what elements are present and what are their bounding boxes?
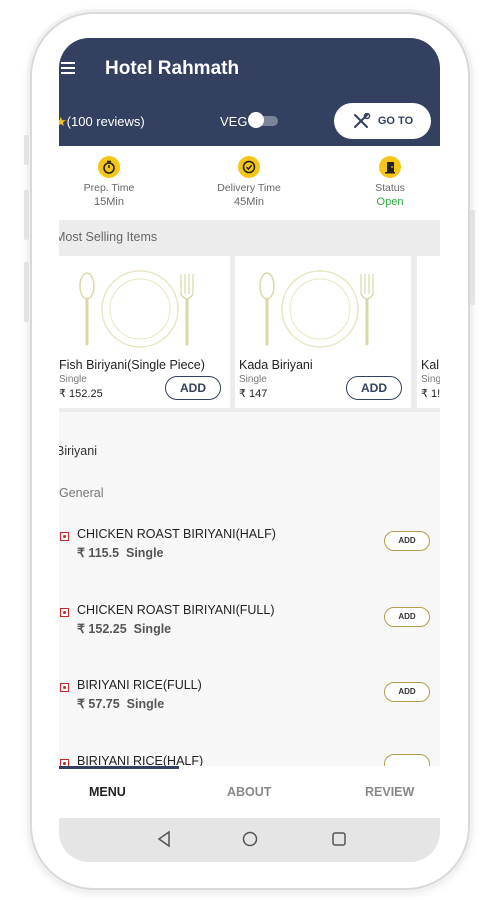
restaurant-header: Hotel Rahmath ★(100 reviews) VEG GO TO: [59, 38, 440, 146]
star-icon: ★: [59, 114, 67, 129]
subcategory-title: General: [59, 486, 104, 500]
item-price-type: ₹ 57.75 Single: [77, 696, 164, 711]
item-name: BIRIYANI RICE(HALF): [77, 754, 204, 766]
most-selling-title: Most Selling Items: [59, 230, 158, 244]
most-selling-card[interactable]: Kada Biriyani Single ₹ 147 ADD: [235, 256, 411, 408]
tab-menu[interactable]: MENU: [89, 785, 126, 799]
goto-button[interactable]: GO TO: [334, 103, 431, 139]
veg-toggle[interactable]: [248, 112, 278, 128]
item-price: ₹ 152.25: [59, 388, 103, 400]
list-item[interactable]: BIRIYANI RICE(HALF): [59, 754, 440, 766]
list-item[interactable]: CHICKEN ROAST BIRIYANI(HALF) ₹ 115.5 Sin…: [59, 527, 440, 577]
item-price-type: ₹ 152.25 Single: [77, 621, 171, 636]
most-selling-card[interactable]: Kal Sing ₹ 1!: [417, 256, 440, 408]
prep-time-label: Prep. Time: [83, 182, 135, 194]
home-icon[interactable]: [241, 830, 259, 848]
prep-time-value: 15Min: [94, 196, 124, 208]
phone-side-button: [24, 262, 29, 322]
item-price: ₹ 1!: [421, 388, 440, 400]
item-type: Single: [125, 546, 164, 560]
goto-label: GO TO: [377, 115, 414, 127]
nonveg-mark-icon: [60, 683, 69, 692]
add-button[interactable]: ADD: [384, 531, 430, 551]
veg-toggle-knob: [248, 112, 264, 128]
bottom-tabs: MENU ABOUT REVIEW: [59, 766, 440, 818]
item-name: Kal: [421, 358, 440, 372]
item-type: Single: [126, 697, 165, 711]
phone-side-button: [24, 135, 29, 165]
item-name: Kada Biriyani: [239, 358, 313, 372]
delivery-time-value: 45Min: [234, 196, 264, 208]
item-price: ₹ 152.25: [77, 622, 127, 636]
item-name: CHICKEN ROAST BIRIYANI(HALF): [77, 527, 276, 541]
recents-icon[interactable]: [331, 830, 347, 848]
cutlery-icon: [353, 113, 371, 128]
item-price: ₹ 57.75: [77, 697, 120, 711]
back-icon[interactable]: [156, 830, 172, 848]
item-price-type: ₹ 115.5 Single: [77, 545, 164, 560]
door-icon: [379, 156, 401, 178]
list-item[interactable]: CHICKEN ROAST BIRIYANI(FULL) ₹ 152.25 Si…: [59, 603, 440, 653]
restaurant-info-row: Prep. Time 15Min Delivery Time 45Min Sta…: [59, 146, 440, 221]
item-price: ₹ 115.5: [77, 546, 120, 560]
item-type: Single: [59, 374, 87, 385]
nonveg-mark-icon: [60, 759, 69, 766]
phone-side-button: [24, 190, 29, 240]
tab-about[interactable]: ABOUT: [227, 785, 271, 799]
rating-reviews[interactable]: ★(100 reviews): [59, 114, 145, 130]
item-type: Single: [239, 374, 267, 385]
delivery-time-info: Delivery Time 45Min: [199, 156, 299, 209]
item-name: BIRIYANI RICE(FULL): [77, 678, 202, 692]
tab-review[interactable]: REVIEW: [365, 785, 414, 799]
app-screen: Hotel Rahmath ★(100 reviews) VEG GO TO P…: [59, 38, 440, 862]
add-button[interactable]: ADD: [346, 376, 402, 400]
item-price: ₹ 147: [239, 388, 268, 400]
system-nav-bar: [59, 818, 440, 862]
most-selling-header: Most Selling Items: [59, 220, 440, 256]
item-name: CHICKEN ROAST BIRIYANI(FULL): [77, 603, 275, 617]
status-value: Open: [376, 196, 404, 208]
menu-list[interactable]: Biriyani General CHICKEN ROAST BIRIYANI(…: [59, 424, 440, 766]
plate-placeholder-icon: [259, 270, 374, 348]
add-button[interactable]: ADD: [384, 607, 430, 627]
hamburger-menu-icon[interactable]: [61, 62, 75, 76]
item-type: Sing: [421, 374, 440, 385]
add-button[interactable]: [384, 754, 430, 766]
active-tab-indicator: [59, 766, 179, 769]
most-selling-carousel[interactable]: Fish Biriyani(Single Piece) Single ₹ 152…: [59, 256, 440, 412]
category-title: Biriyani: [59, 444, 97, 458]
restaurant-title: Hotel Rahmath: [105, 58, 240, 79]
timer-icon: [98, 156, 120, 178]
most-selling-card[interactable]: Fish Biriyani(Single Piece) Single ₹ 152…: [59, 256, 230, 408]
phone-power-button: [470, 210, 475, 305]
plate-placeholder-icon: [79, 270, 194, 348]
add-button[interactable]: ADD: [165, 376, 221, 400]
reviews-count: (100 reviews): [66, 114, 145, 129]
nonveg-mark-icon: [60, 608, 69, 617]
clock-icon: [238, 156, 260, 178]
status-info: Status Open: [340, 156, 440, 209]
nonveg-mark-icon: [60, 532, 69, 541]
veg-label: VEG: [220, 114, 248, 129]
item-type: Single: [133, 622, 172, 636]
add-button[interactable]: ADD: [384, 682, 430, 702]
list-item[interactable]: BIRIYANI RICE(FULL) ₹ 57.75 Single ADD: [59, 678, 440, 728]
prep-time-info: Prep. Time 15Min: [59, 156, 159, 209]
item-name: Fish Biriyani(Single Piece): [59, 358, 205, 372]
delivery-time-label: Delivery Time: [217, 182, 281, 194]
status-label: Status: [375, 182, 405, 194]
